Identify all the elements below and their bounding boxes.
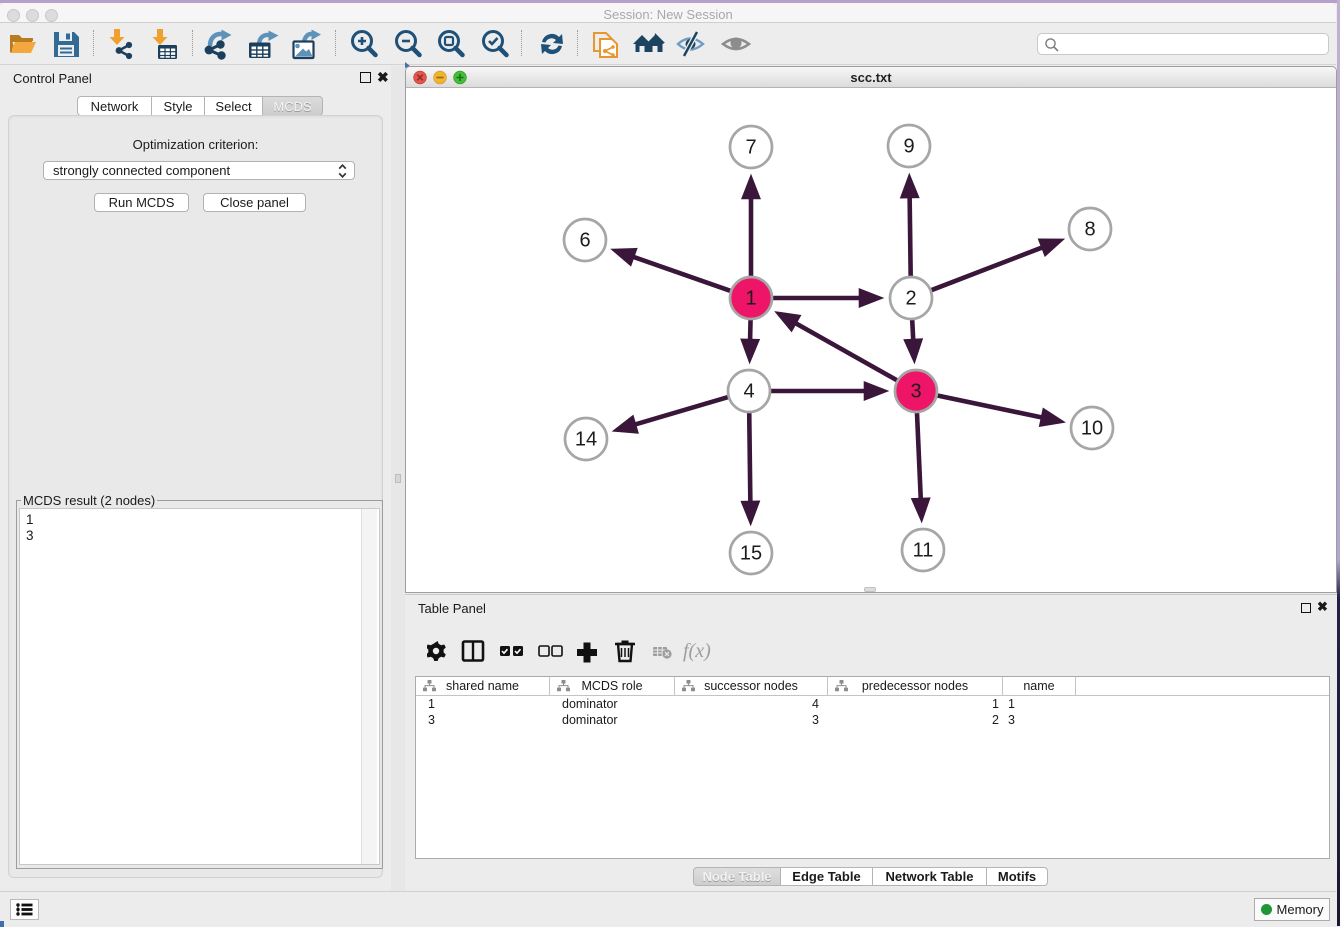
svg-text:14: 14 (575, 429, 597, 451)
svg-text:15: 15 (740, 543, 762, 565)
svg-text:3: 3 (910, 381, 921, 403)
svg-text:9: 9 (903, 136, 914, 158)
svg-text:6: 6 (579, 230, 590, 252)
svg-text:11: 11 (913, 540, 934, 562)
svg-text:7: 7 (745, 137, 756, 159)
svg-text:4: 4 (743, 381, 754, 403)
svg-text:2: 2 (905, 288, 916, 310)
svg-text:1: 1 (745, 288, 756, 310)
svg-text:f(x): f(x) (683, 640, 711, 662)
svg-text:8: 8 (1084, 219, 1095, 241)
svg-text:10: 10 (1081, 418, 1103, 440)
